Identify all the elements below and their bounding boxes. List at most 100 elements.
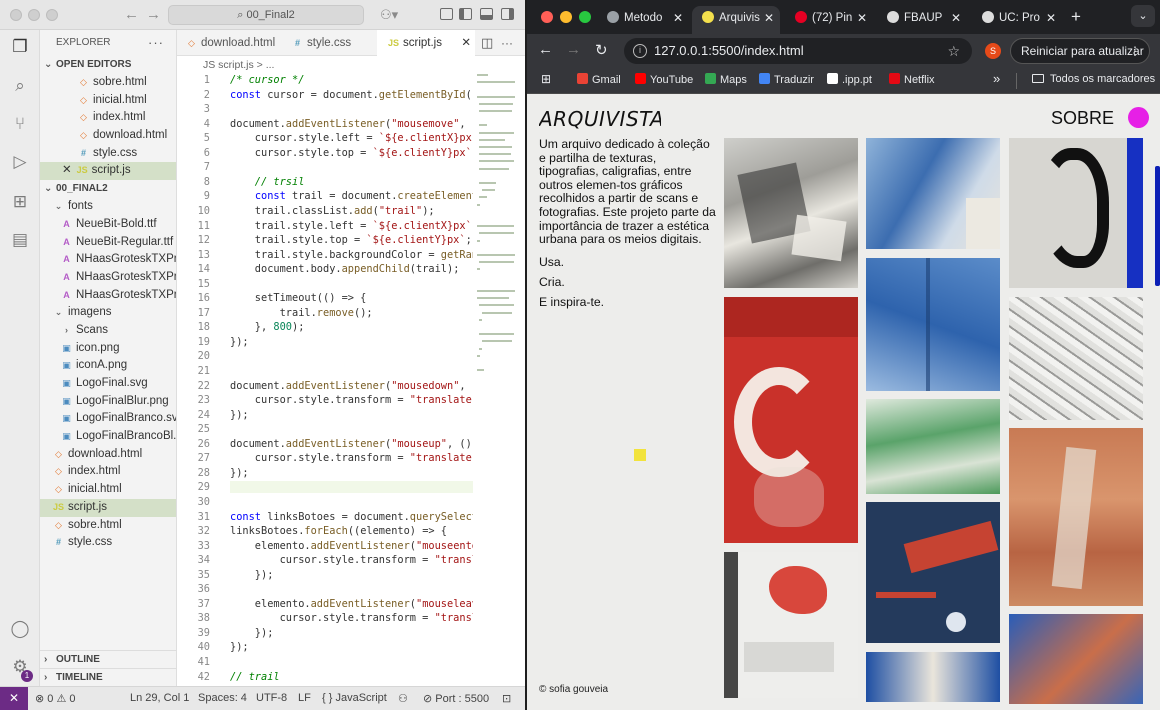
scan-blue-orange-graffiti[interactable] [1009, 614, 1143, 704]
code-line[interactable]: setTimeout(() => { [230, 292, 473, 304]
file-item[interactable]: A NeueBit-Regular.ttf [40, 234, 176, 252]
close-tab-icon[interactable]: ✕ [764, 6, 774, 30]
file-item[interactable]: A NHaasGroteskTXPr... [40, 287, 176, 305]
folder-section[interactable]: ⌄ 00_FINAL2 [40, 180, 176, 198]
file-item[interactable]: ▣ LogoFinal.svg [40, 375, 176, 393]
browser-tab[interactable]: Arquivis ✕ [692, 6, 780, 34]
page-scroll-indicator[interactable] [1155, 166, 1160, 286]
file-item[interactable]: ▣ LogoFinalBranco.svg [40, 410, 176, 428]
close-window-button[interactable] [10, 9, 22, 21]
remote-indicator[interactable]: ✕ [0, 687, 28, 710]
file-item[interactable]: ▣ icon.png [40, 340, 176, 358]
code-line[interactable]: trail.classList.add("trail"); [230, 205, 473, 217]
code-line[interactable] [230, 350, 473, 362]
code-line[interactable]: }); [230, 641, 473, 653]
extensions-icon[interactable]: ⊞ [9, 191, 31, 213]
bookmark-item[interactable]: Gmail [577, 73, 621, 86]
code-line[interactable]: }, 800); [230, 321, 473, 333]
browser-tab[interactable]: Metodo ✕ [597, 6, 689, 34]
code-line[interactable]: trail.remove(); [230, 307, 473, 319]
open-editor-item[interactable]: ◇ sobre.html [40, 74, 176, 92]
forward-arrow-icon[interactable]: → [146, 6, 161, 23]
problems-count[interactable]: ⊗ 0 ⚠ 0 [35, 692, 75, 705]
outline-section[interactable]: › OUTLINE [40, 650, 177, 668]
code-line[interactable]: }); [230, 569, 473, 581]
file-item[interactable]: ◇ download.html [40, 446, 176, 464]
code-line[interactable]: // trail [230, 671, 473, 683]
file-item[interactable]: ◇ sobre.html [40, 517, 176, 535]
code-line[interactable]: trail.style.backgroundColor = getRando [230, 249, 473, 261]
account-icon[interactable]: ◯ [9, 618, 31, 640]
relaunch-update-button[interactable]: Reiniciar para atualizar ⋮ [1010, 38, 1150, 64]
minimize-window-button[interactable] [28, 9, 40, 21]
all-bookmarks-folder[interactable]: Todos os marcadores [1032, 73, 1155, 85]
code-line[interactable]: }); [230, 336, 473, 348]
code-line[interactable]: cursor.style.transform = "translate(-5 [230, 394, 473, 406]
open-editors-section[interactable]: ⌄ OPEN EDITORS [40, 56, 176, 74]
code-line[interactable] [230, 278, 473, 290]
tab-style-css[interactable]: # style.css [281, 30, 377, 56]
file-item[interactable]: ◇ inicial.html [40, 481, 176, 499]
file-item[interactable]: JS script.js [40, 498, 176, 517]
more-bookmarks-chevron[interactable]: » [993, 71, 1000, 86]
scan-blue-texture[interactable] [866, 258, 1000, 391]
explorer-icon[interactable]: ❐ [9, 36, 31, 58]
toggle-primary-sidebar-icon[interactable] [459, 8, 472, 20]
file-item[interactable]: ▣ LogoFinalBlur.png [40, 393, 176, 411]
code-line[interactable]: }); [230, 409, 473, 421]
code-line[interactable]: document.addEventListener("mouseup", () … [230, 438, 473, 450]
scan-blue-torn-poster[interactable] [866, 138, 1000, 249]
open-editor-item[interactable]: # style.css [40, 145, 176, 163]
code-line[interactable]: linksBotoes.forEach((elemento) => { [230, 525, 473, 537]
run-debug-icon[interactable]: ▷ [9, 151, 31, 173]
scan-black-calligraphy[interactable] [1009, 138, 1143, 288]
minimize-window-button[interactable] [560, 11, 572, 23]
open-editor-item[interactable]: ◇ download.html [40, 127, 176, 145]
code-line[interactable] [230, 656, 473, 668]
browser-tab[interactable]: (72) Pin ✕ [785, 6, 873, 34]
language-mode[interactable]: { } JavaScript [322, 692, 387, 704]
code-line[interactable] [230, 161, 473, 173]
code-line[interactable] [230, 496, 473, 508]
close-tab-icon[interactable]: ✕ [461, 30, 471, 56]
code-line[interactable]: const linksBotoes = document.querySelect… [230, 511, 473, 523]
site-logo[interactable]: ARQUIVISTA [537, 106, 664, 138]
code-view[interactable]: 1 /* cursor */ 2 const cursor = document.ge… [177, 74, 525, 686]
scan-red-flower-print[interactable] [724, 552, 858, 698]
forward-arrow-icon[interactable]: → [566, 41, 581, 58]
file-item[interactable]: A NHaasGroteskTXPr... [40, 251, 176, 269]
more-actions-icon[interactable]: ··· [501, 30, 513, 56]
timeline-section[interactable]: › TIMELINE [40, 668, 177, 686]
close-tab-icon[interactable]: ✕ [1046, 6, 1056, 30]
file-item[interactable]: ◇ index.html [40, 463, 176, 481]
copilot-icon[interactable]: ⚇▾ [380, 7, 398, 23]
open-editor-item[interactable]: ◇ index.html [40, 109, 176, 127]
scan-newspaper-collage[interactable] [1009, 297, 1143, 420]
open-editor-item[interactable]: ◇ inicial.html [40, 92, 176, 110]
code-line[interactable]: trail.style.top = `${e.clientY}px`; [230, 234, 473, 246]
code-line[interactable] [230, 481, 473, 494]
code-line[interactable]: cursor.style.transform = "translat [230, 554, 473, 566]
bookmark-star-icon[interactable]: ☆ [947, 38, 960, 64]
back-arrow-icon[interactable]: ← [124, 6, 139, 23]
code-line[interactable]: document.body.appendChild(trail); [230, 263, 473, 275]
remote-explorer-icon[interactable]: ▤ [9, 229, 31, 251]
code-line[interactable]: // trsil [230, 176, 473, 188]
indentation[interactable]: Spaces: 4 [198, 692, 247, 704]
tab-script-js[interactable]: JS script.js ✕ [377, 30, 475, 56]
site-info-icon[interactable]: i [633, 44, 647, 58]
code-line[interactable] [230, 365, 473, 377]
zoom-window-button[interactable] [46, 9, 58, 21]
browser-tab[interactable]: UC: Pro ✕ [972, 6, 1062, 34]
accent-dot[interactable] [1128, 107, 1149, 128]
bookmark-item[interactable]: Netflix [889, 73, 935, 86]
toggle-panel-icon[interactable] [480, 8, 493, 20]
scan-navy-poster[interactable] [866, 502, 1000, 643]
code-line[interactable]: elemento.addEventListener("mouseenter" [230, 540, 473, 552]
code-line[interactable]: trail.style.left = `${e.clientX}px`; [230, 220, 473, 232]
toggle-secondary-sidebar-icon[interactable] [501, 8, 514, 20]
file-item[interactable]: ▣ LogoFinalBrancoBl... [40, 428, 176, 446]
code-line[interactable]: cursor.style.left = `${e.clientX}px`; [230, 132, 473, 144]
code-line[interactable]: cursor.style.transform = "translate(-5 [230, 452, 473, 464]
bookmark-item[interactable]: YouTube [635, 73, 693, 86]
